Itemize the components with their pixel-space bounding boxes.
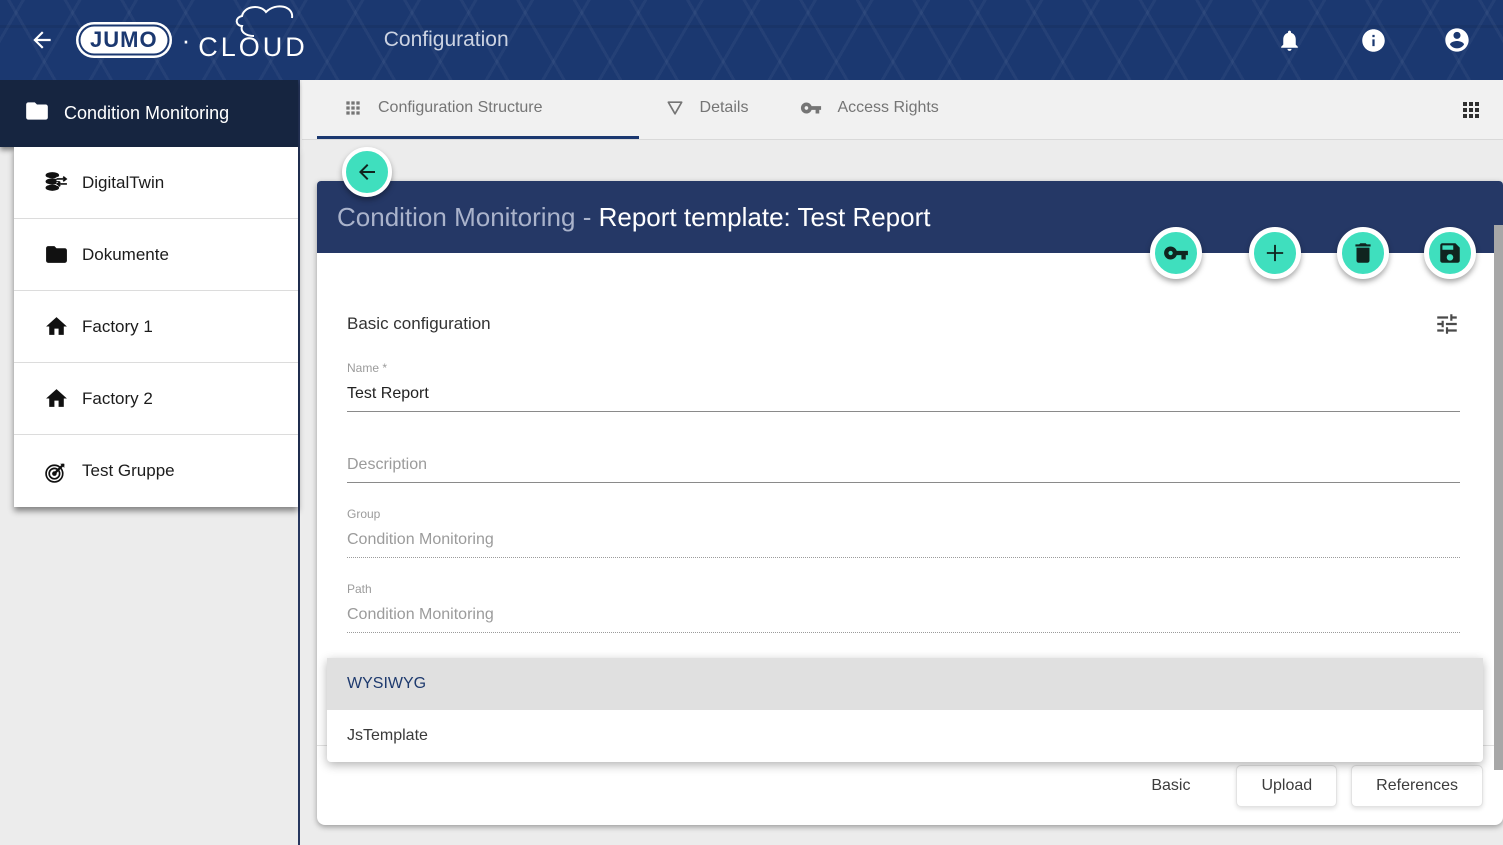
sidebar-header-condition-monitoring[interactable]: Condition Monitoring <box>0 80 298 147</box>
sidebar-item-dokumente[interactable]: Dokumente <box>14 219 298 291</box>
tab-label: Configuration Structure <box>378 99 543 117</box>
jumo-cloud-logo: JUMO · CLOUD <box>76 18 308 63</box>
jumo-logo: JUMO <box>76 22 172 58</box>
add-button[interactable] <box>1249 227 1301 279</box>
description-field <box>347 452 1460 483</box>
home-icon <box>44 386 69 411</box>
save-button[interactable] <box>1424 227 1476 279</box>
path-input <box>347 602 1460 633</box>
dropdown-option-jstemplate[interactable]: JsTemplate <box>327 710 1483 762</box>
vertical-scrollbar[interactable] <box>1494 225 1503 770</box>
delete-button[interactable] <box>1337 227 1389 279</box>
sidebar-item-label: Dokumente <box>82 245 169 265</box>
template-type-dropdown: WYSIWYG JsTemplate <box>327 658 1483 762</box>
panel-title: Condition Monitoring - Report template: … <box>337 202 930 233</box>
info-icon[interactable] <box>1359 26 1387 54</box>
sidebar-item-factory-1[interactable]: Factory 1 <box>14 291 298 363</box>
detail-panel: Condition Monitoring - Report template: … <box>317 181 1503 825</box>
cloud-logo: CLOUD <box>198 18 308 63</box>
panel-header: Condition Monitoring - Report template: … <box>317 181 1503 253</box>
sidebar-item-digitaltwin[interactable]: DigitalTwin <box>14 147 298 219</box>
apps-grid-icon[interactable] <box>1459 80 1483 140</box>
path-field-label: Path <box>347 582 1460 596</box>
basic-configuration-form: Basic configuration Name * Group Path <box>317 311 1503 633</box>
option-label: WYSIWYG <box>347 675 426 693</box>
folder-icon <box>24 98 50 129</box>
brand-separator: · <box>182 25 191 56</box>
sidebar-item-label: Factory 1 <box>82 317 153 337</box>
panel-title-prefix: Condition Monitoring <box>337 202 575 232</box>
section-title: Basic configuration <box>347 314 491 334</box>
tab-label: Access Rights <box>837 99 938 117</box>
tune-sliders-icon[interactable] <box>1434 311 1460 337</box>
key-icon <box>800 97 822 119</box>
description-input[interactable] <box>347 452 1460 483</box>
sidebar-item-label: DigitalTwin <box>82 173 164 193</box>
sidebar-item-test-gruppe[interactable]: Test Gruppe <box>14 435 298 507</box>
group-field: Group <box>347 507 1460 558</box>
tab-access-rights[interactable]: Access Rights <box>774 80 964 139</box>
name-field-label: Name * <box>347 361 1460 375</box>
jumo-logo-text: JUMO <box>90 27 158 52</box>
upload-tab-button[interactable]: Upload <box>1236 765 1337 807</box>
name-field: Name * <box>347 361 1460 412</box>
folder-icon <box>44 242 69 267</box>
funnel-icon <box>665 98 685 118</box>
top-app-bar: JUMO · CLOUD Configuration <box>0 0 1503 80</box>
sidebar-header-label: Condition Monitoring <box>64 103 229 124</box>
digital-twin-icon <box>44 170 69 195</box>
sidebar: Condition Monitoring DigitalTwin <box>0 80 300 845</box>
name-input[interactable] <box>347 381 1460 412</box>
access-key-button[interactable] <box>1150 227 1202 279</box>
back-arrow-icon[interactable] <box>22 20 62 60</box>
option-label: JsTemplate <box>347 727 428 745</box>
sidebar-item-label: Test Gruppe <box>82 461 175 481</box>
sidebar-item-factory-2[interactable]: Factory 2 <box>14 363 298 435</box>
tab-bar: Configuration Structure Details Access R… <box>302 80 1503 140</box>
group-input <box>347 527 1460 558</box>
sidebar-group-list: DigitalTwin Dokumente Factory 1 Factory … <box>14 147 298 507</box>
notifications-bell-icon[interactable] <box>1275 26 1303 54</box>
page-title: Configuration <box>384 28 509 52</box>
tab-details[interactable]: Details <box>639 80 775 139</box>
account-icon[interactable] <box>1443 26 1471 54</box>
dropdown-option-wysiwyg[interactable]: WYSIWYG <box>327 658 1483 710</box>
target-arrow-icon <box>44 459 69 484</box>
group-field-label: Group <box>347 507 1460 521</box>
cloud-icon <box>232 2 352 38</box>
panel-title-separator: - <box>575 202 598 232</box>
basic-tab-button[interactable]: Basic <box>1127 765 1214 807</box>
tab-configuration-structure[interactable]: Configuration Structure <box>317 80 639 139</box>
home-icon <box>44 314 69 339</box>
main-content: Configuration Structure Details Access R… <box>302 80 1503 845</box>
sidebar-item-label: Factory 2 <box>82 389 153 409</box>
panel-title-main: Report template: Test Report <box>599 202 931 232</box>
tab-label: Details <box>700 99 749 117</box>
references-tab-button[interactable]: References <box>1351 765 1483 807</box>
grid-icon <box>343 98 363 118</box>
path-field: Path <box>347 582 1460 633</box>
panel-back-button[interactable] <box>342 147 392 197</box>
